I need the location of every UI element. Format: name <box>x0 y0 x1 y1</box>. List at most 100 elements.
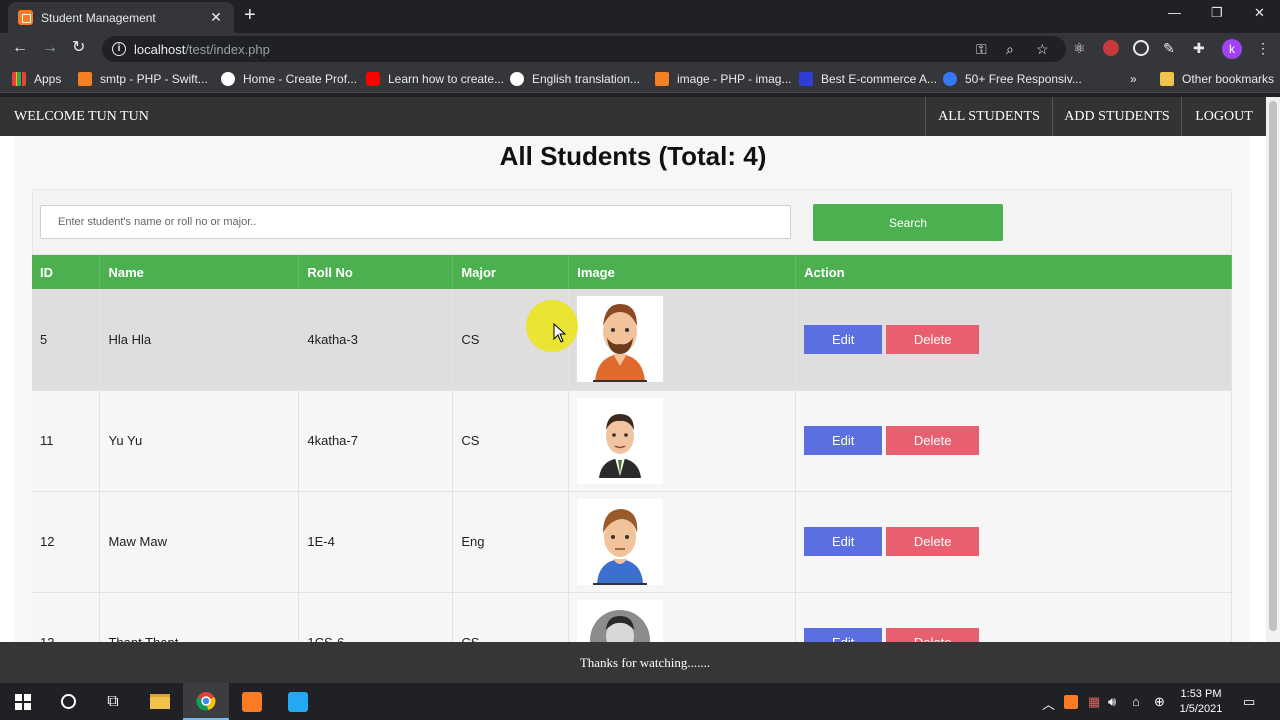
cell-name: Hla Hla <box>99 289 300 391</box>
search-input[interactable] <box>40 205 791 239</box>
reload-icon[interactable]: ↻ <box>72 39 85 57</box>
search-panel: Search <box>32 189 1232 255</box>
window-close-icon[interactable]: ✕ <box>1254 5 1265 21</box>
cell-roll: 4katha-7 <box>298 390 454 492</box>
menu-kebab-icon[interactable]: ⋮ <box>1256 40 1272 56</box>
bookmark-item[interactable]: Learn how to create... <box>366 71 504 87</box>
page-scrollbar[interactable] <box>1266 97 1280 642</box>
edit-button[interactable]: Edit <box>804 628 883 642</box>
bookmark-item[interactable]: smtp - PHP - Swift... <box>78 71 208 87</box>
minimize-icon[interactable]: — <box>1168 5 1181 20</box>
cell-actions: EditDelete <box>795 289 1232 391</box>
browser-tab[interactable]: Student Management ✕ <box>8 2 234 33</box>
bookmark-label: smtp - PHP - Swift... <box>100 72 208 86</box>
xampp-tray-icon[interactable] <box>1064 695 1078 709</box>
nav-add-students[interactable]: ADD STUDENTS <box>1052 97 1181 136</box>
cell-roll: 1CS-6 <box>298 592 454 642</box>
bookmark-label: 50+ Free Responsiv... <box>965 72 1082 86</box>
delete-button[interactable]: Delete <box>886 628 980 642</box>
bookmark-item[interactable]: 50+ Free Responsiv... <box>943 71 1082 87</box>
site-info-icon[interactable]: i <box>112 42 126 56</box>
bookmark-other[interactable]: Other bookmarks <box>1160 71 1274 87</box>
nav-logout[interactable]: LOGOUT <box>1181 97 1266 136</box>
table-header-row: ID Name Roll No Major Image Action <box>32 255 1232 289</box>
taskbar-clock[interactable]: 1:53 PM 1/5/2021 <box>1178 687 1224 717</box>
tray-app-icon[interactable]: ▦ <box>1088 694 1100 710</box>
react-extension-icon[interactable]: ⚛ <box>1073 40 1089 56</box>
edit-button[interactable]: Edit <box>804 426 883 455</box>
xampp-taskbar-icon[interactable] <box>229 683 275 720</box>
video-caption-bar: Thanks for watching....... <box>0 642 1280 683</box>
windows-start-icon[interactable] <box>0 683 46 720</box>
app-navbar: WELCOME TUN TUN ALL STUDENTS ADD STUDENT… <box>0 97 1266 136</box>
caption-text: Thanks for watching....... <box>579 655 711 670</box>
extensions-puzzle-icon[interactable]: ✚ <box>1193 40 1209 56</box>
bookmark-star-icon[interactable]: ☆ <box>1036 41 1049 58</box>
cell-image <box>568 592 797 642</box>
task-view-icon[interactable]: ⧉ <box>90 683 136 720</box>
table-row: 12 Maw Maw 1E-4 Eng Edit Delete <box>32 491 1232 593</box>
extension-pen-icon[interactable]: ✎ <box>1163 40 1179 56</box>
bookmark-apps[interactable]: Apps <box>12 71 61 87</box>
address-bar[interactable]: i localhost/test/index.php ⚿ ⌕ ☆ <box>102 36 1066 62</box>
cell-roll: 4katha-3 <box>298 289 454 391</box>
cell-name: Thant Thant <box>99 592 300 642</box>
man-suit-avatar <box>577 397 664 484</box>
b-logo-icon <box>799 72 813 86</box>
clock-time: 1:53 PM <box>1180 688 1222 700</box>
tray-expand-icon[interactable]: ︿ <box>1042 694 1055 713</box>
extension-target-icon[interactable] <box>1133 40 1149 56</box>
cell-actions: EditDelete <box>795 491 1232 593</box>
zoom-icon[interactable]: ⌕ <box>1006 41 1014 58</box>
xampp-favicon-icon <box>18 10 33 25</box>
nav-all-students[interactable]: ALL STUDENTS <box>925 97 1052 136</box>
translate-icon <box>510 72 524 86</box>
tray-network-icon[interactable]: ⌂ <box>1132 694 1140 709</box>
man-blue-shirt-avatar <box>577 498 664 585</box>
bookmarks-bar: Apps smtp - PHP - Swift... Home - Create… <box>0 65 1280 93</box>
edit-button[interactable]: Edit <box>804 527 883 556</box>
restore-icon[interactable]: ❐ <box>1211 5 1223 21</box>
back-icon[interactable]: ← <box>12 39 28 57</box>
vscode-taskbar-icon[interactable] <box>275 683 321 720</box>
cell-id: 12 <box>32 491 101 593</box>
cell-actions: EditDelete <box>795 390 1232 492</box>
search-button[interactable]: Search <box>813 204 1003 241</box>
notifications-icon[interactable]: ▭ <box>1243 694 1255 710</box>
bookmark-label: image - PHP - imag... <box>677 72 792 86</box>
bookmark-item[interactable]: Best E-commerce A... <box>799 71 937 87</box>
new-tab-icon[interactable]: + <box>244 5 256 25</box>
cell-id: 5 <box>32 289 101 391</box>
cell-image <box>568 289 797 391</box>
extension-red-icon[interactable] <box>1103 40 1119 56</box>
language-globe-icon[interactable]: ⊕ <box>1154 694 1165 710</box>
page-title: All Students (Total: 4) <box>499 141 767 171</box>
url-host: localhost <box>134 41 186 57</box>
youtube-icon <box>366 72 380 86</box>
bookmark-item[interactable]: image - PHP - imag... <box>655 71 791 87</box>
url-path: /test/index.php <box>185 41 270 57</box>
forward-icon[interactable]: → <box>42 39 58 57</box>
key-icon[interactable]: ⚿ <box>976 41 987 58</box>
close-tab-icon[interactable]: ✕ <box>208 9 224 26</box>
bookmarks-overflow-icon[interactable]: » <box>1130 71 1137 87</box>
welcome-text: WELCOME TUN TUN <box>14 109 149 124</box>
cortana-search-icon[interactable] <box>45 683 91 720</box>
delete-button[interactable]: Delete <box>886 527 980 556</box>
scrollbar-thumb[interactable] <box>1269 101 1277 631</box>
bookmark-item[interactable]: English translation... <box>510 71 640 87</box>
column-header: Name <box>99 255 300 289</box>
file-explorer-icon[interactable] <box>137 683 183 720</box>
cell-image <box>568 491 797 593</box>
bookmark-label: English translation... <box>532 72 641 86</box>
bookmark-item[interactable]: Home - Create Prof... <box>221 71 357 87</box>
browser-tab-strip: Student Management ✕ + — ❐ ✕ <box>0 0 1280 33</box>
mouse-pointer-icon <box>553 323 567 343</box>
delete-button[interactable]: Delete <box>886 426 980 455</box>
edit-button[interactable]: Edit <box>804 324 883 354</box>
chrome-taskbar-icon[interactable] <box>183 683 229 720</box>
profile-avatar[interactable]: k <box>1222 39 1242 59</box>
bookmark-label: Other bookmarks <box>1182 72 1275 86</box>
delete-button[interactable]: Delete <box>886 324 980 354</box>
volume-icon[interactable]: 🔊︎ <box>1108 694 1116 710</box>
